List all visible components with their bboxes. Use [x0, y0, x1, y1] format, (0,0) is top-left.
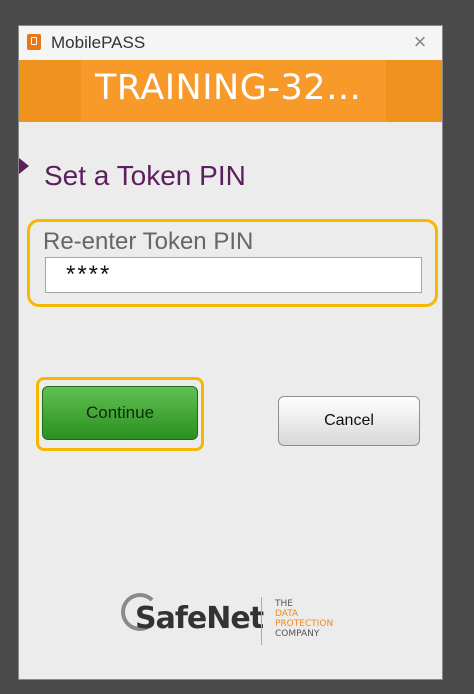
tagline-line: PROTECTION — [275, 619, 334, 629]
token-name: TRAINING-32… — [95, 68, 362, 108]
continue-button[interactable]: Continue — [42, 386, 198, 440]
app-icon — [27, 34, 41, 50]
token-banner: TRAINING-32… — [19, 60, 442, 122]
step-arrow-icon — [19, 158, 29, 174]
cancel-button[interactable]: Cancel — [278, 396, 420, 446]
pin-label: Re-enter Token PIN — [43, 228, 254, 255]
logo-tagline: THE DATA PROTECTION COMPANY — [275, 599, 333, 639]
page-title: Set a Token PIN — [44, 160, 246, 191]
logo-brand: SafeNet — [135, 601, 264, 636]
mobilepass-window: MobilePASS × TRAINING-32… Set a Token PI… — [18, 25, 443, 680]
pin-input[interactable] — [45, 257, 422, 293]
close-button[interactable]: × — [408, 29, 432, 55]
tagline-line: THE — [275, 599, 293, 609]
tagline-line: COMPANY — [275, 629, 320, 639]
app-title: MobilePASS — [51, 33, 146, 52]
title-bar: MobilePASS × — [19, 26, 442, 60]
logo-divider — [261, 597, 262, 645]
safenet-logo: SafeNet THE DATA PROTECTION COMPANY — [121, 593, 356, 653]
tagline-line: DATA — [275, 609, 299, 619]
